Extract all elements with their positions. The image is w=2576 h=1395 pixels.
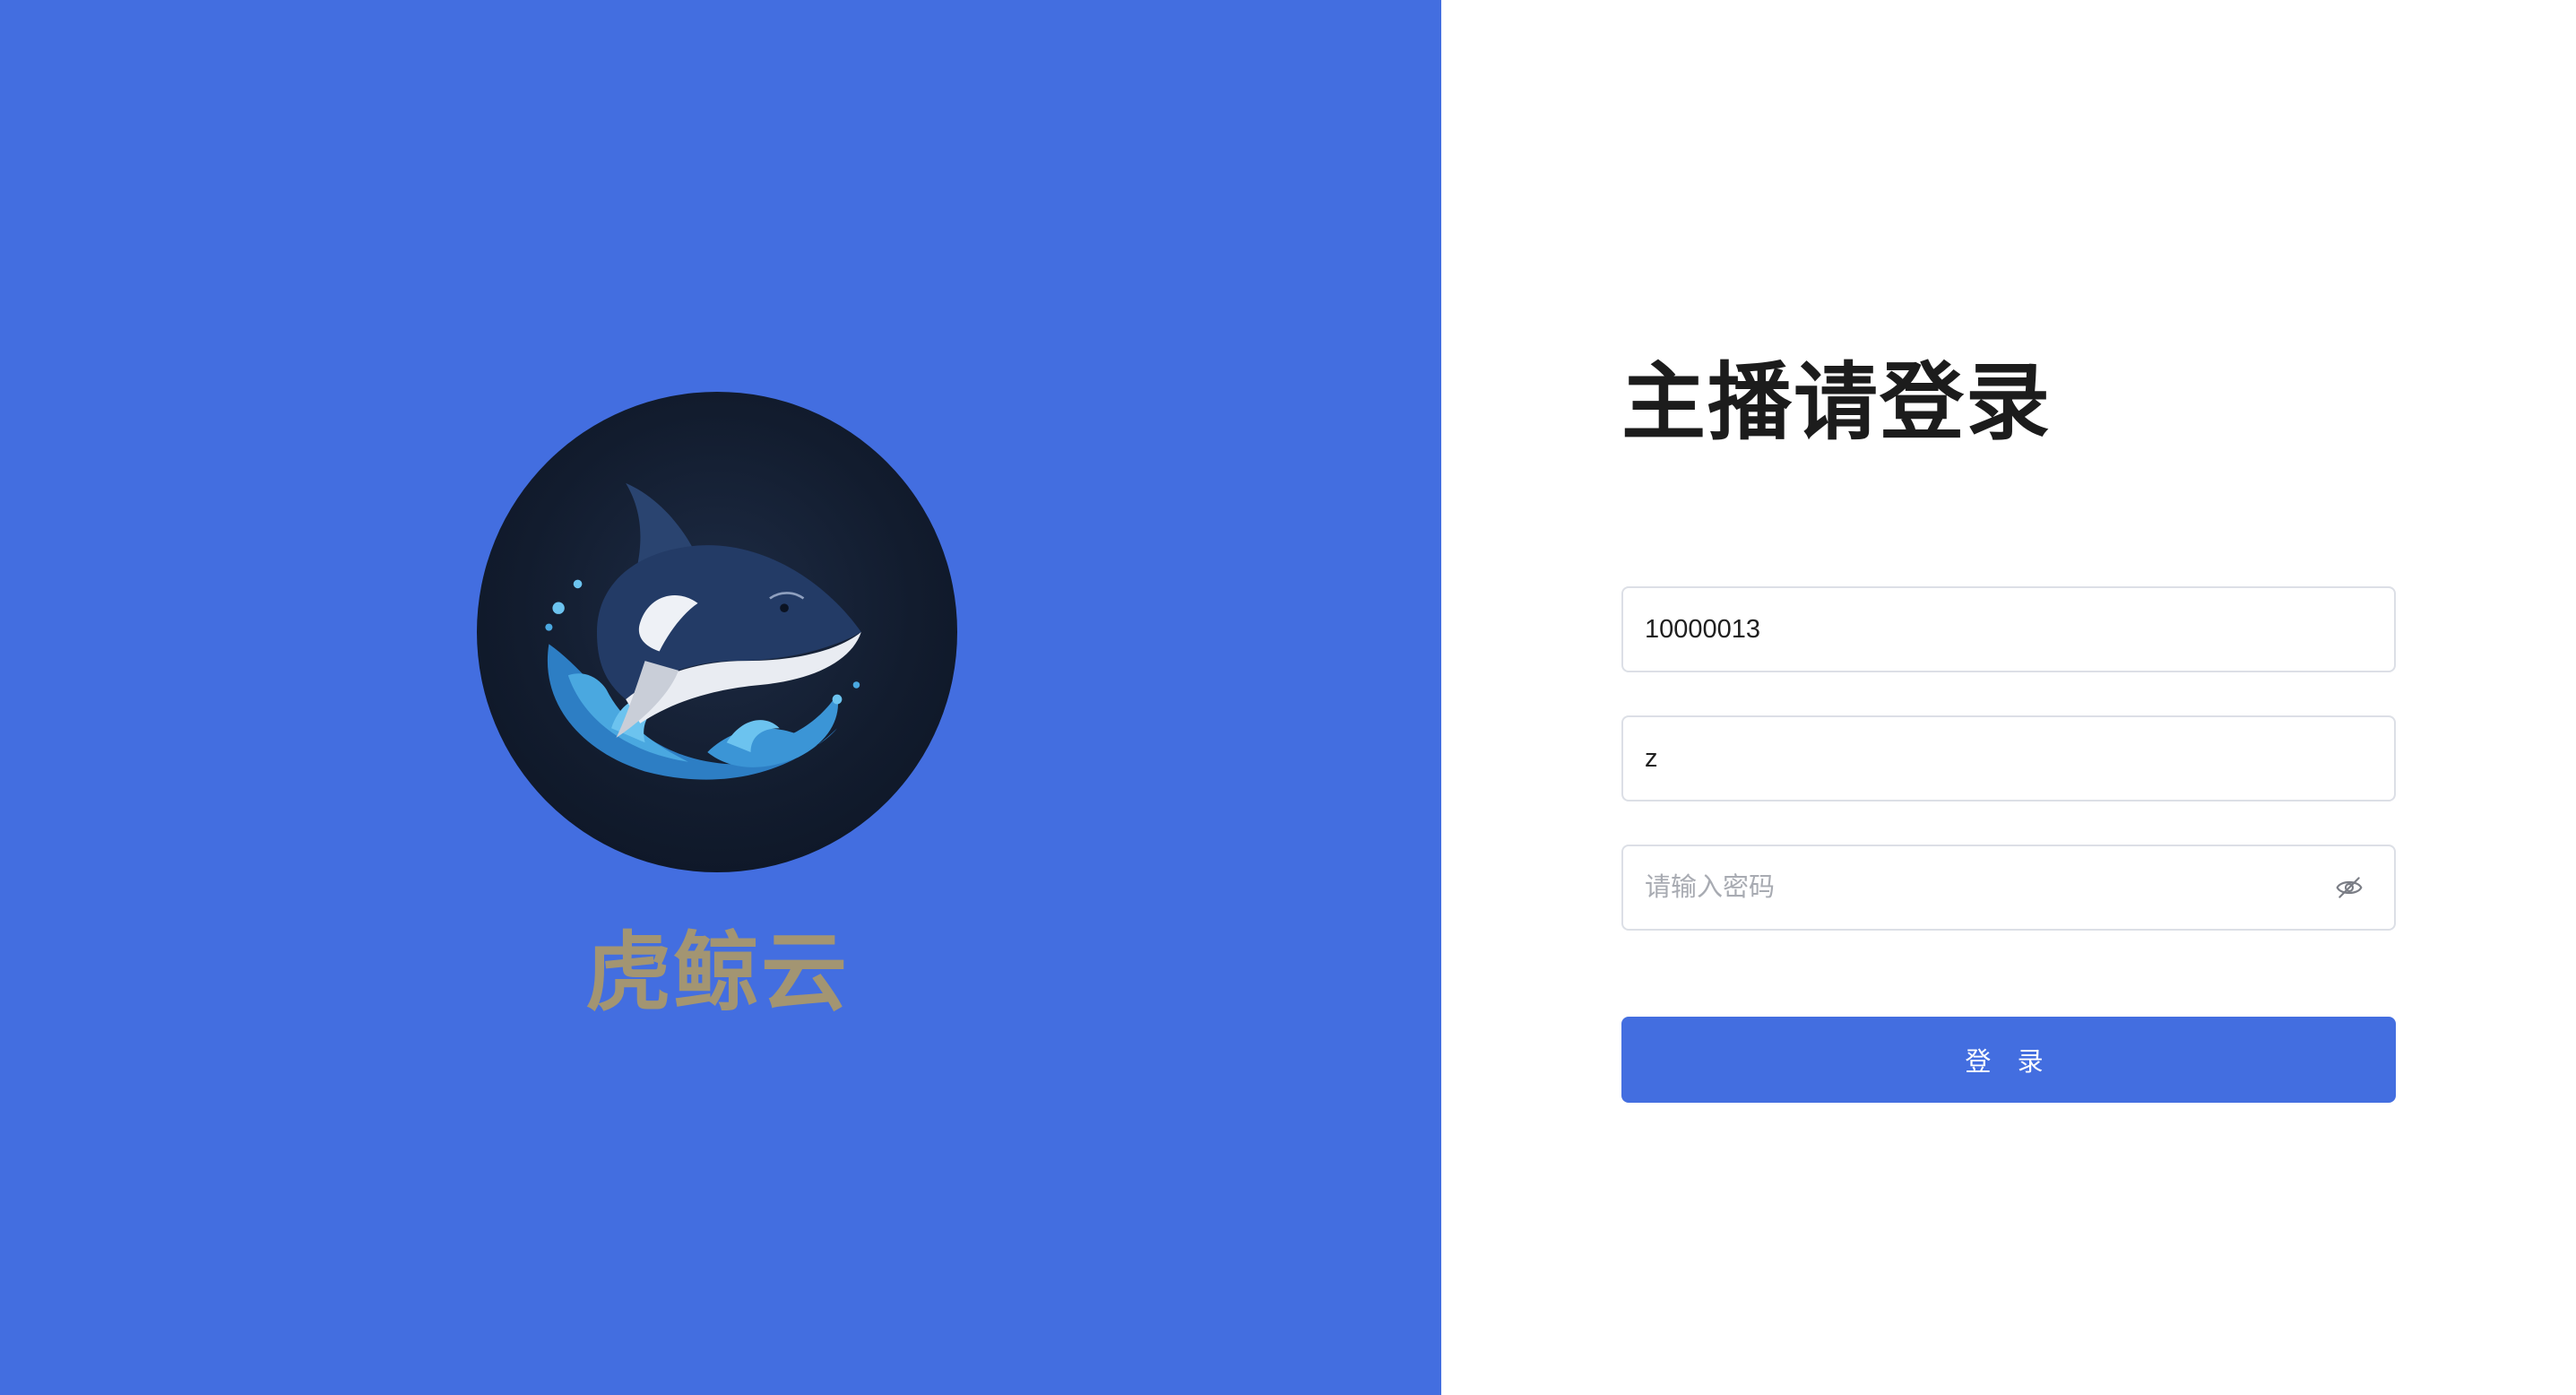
account-field <box>1621 586 2396 672</box>
brand-name: 虎鲸云 <box>585 923 849 1023</box>
orca-whale-logo <box>477 392 957 872</box>
login-button[interactable]: 登 录 <box>1621 1017 2396 1103</box>
name-field <box>1621 715 2396 801</box>
name-input[interactable] <box>1623 717 2394 800</box>
login-panel: 主播请登录 登 录 <box>1441 0 2576 1395</box>
brand-panel: 虎鲸云 <box>0 0 1441 1395</box>
orca-whale-icon <box>545 482 861 780</box>
password-field <box>1621 845 2396 931</box>
login-title: 主播请登录 <box>1621 354 2053 452</box>
account-input[interactable] <box>1623 588 2394 671</box>
eye-off-icon[interactable] <box>2322 861 2376 914</box>
login-page: 虎鲸云 主播请登录 登 录 <box>0 0 2576 1395</box>
password-input[interactable] <box>1623 846 2322 929</box>
